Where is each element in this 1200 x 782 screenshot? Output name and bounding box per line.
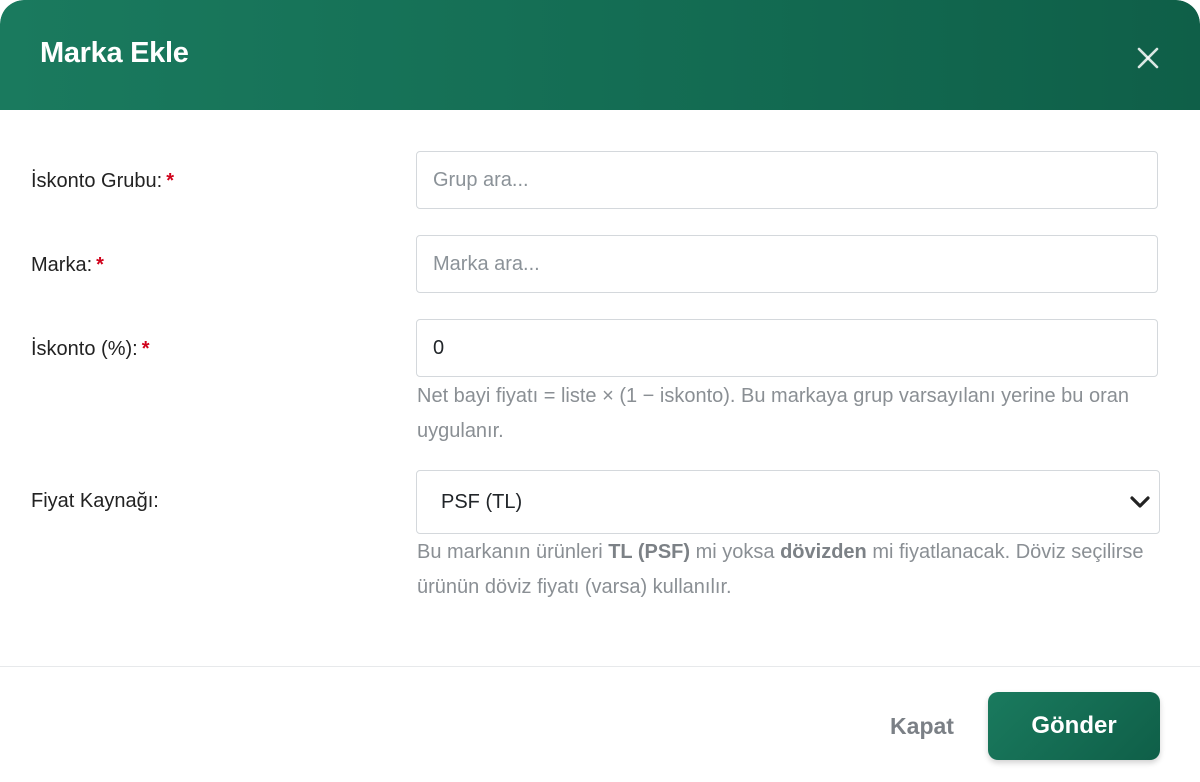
close-icon[interactable]	[1136, 46, 1160, 70]
price-source-help-bold-1: TL (PSF)	[608, 541, 691, 563]
discount-percent-help: Net bayi fiyatı = liste × (1 − iskonto).…	[417, 385, 1130, 442]
discount-group-label-text: İskonto Grubu:	[31, 170, 163, 192]
brand-label-text: Marka:	[31, 254, 93, 276]
price-source-help: Bu markanın ürünleri TL (PSF) mi yoksa d…	[417, 535, 1157, 605]
add-brand-modal: Marka Ekle İskonto Grubu:* Marka:* İskon…	[0, 0, 1200, 782]
required-mark: *	[141, 338, 150, 360]
price-source-help-text-2: mi yoksa	[690, 541, 781, 563]
price-source-selected-value: PSF (TL)	[441, 491, 523, 513]
close-button[interactable]: Kapat	[872, 700, 972, 750]
required-mark: *	[166, 170, 174, 192]
modal-header: Marka Ekle	[0, 0, 1200, 110]
discount-percent-label: İskonto (%): *	[31, 336, 150, 362]
required-mark: *	[96, 254, 104, 276]
brand-label: Marka: *	[31, 252, 104, 278]
price-source-select[interactable]: PSF (TL)	[416, 470, 1160, 534]
price-source-help-text-1: Bu markanın ürünleri	[417, 541, 609, 563]
modal-title: Marka Ekle	[40, 37, 189, 69]
discount-group-label: İskonto Grubu: *	[31, 168, 174, 194]
brand-search-input[interactable]	[416, 235, 1158, 293]
discount-group-search-input[interactable]	[416, 151, 1158, 209]
price-source-help-bold-2: dövizden	[780, 541, 867, 563]
price-source-label: Fiyat Kaynağı:	[31, 488, 159, 514]
discount-percent-input[interactable]	[416, 319, 1158, 377]
discount-percent-label-text: İskonto (%):	[31, 338, 138, 360]
submit-button[interactable]: Gönder	[988, 692, 1160, 760]
footer-divider	[0, 666, 1200, 667]
chevron-down-icon	[1129, 493, 1151, 511]
price-source-label-text: Fiyat Kaynağı:	[31, 490, 159, 512]
